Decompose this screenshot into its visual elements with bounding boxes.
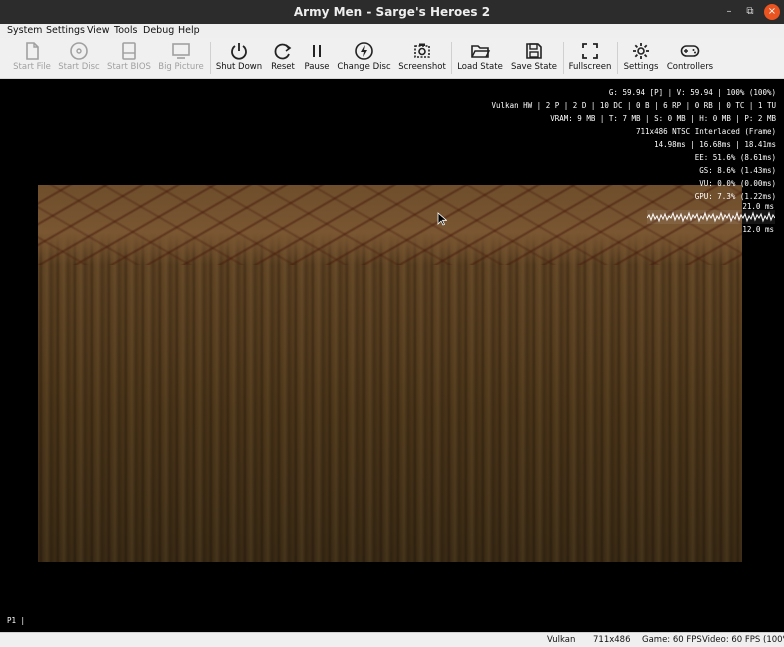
game-frame [38, 185, 742, 562]
performance-overlay: G: 59.94 [P] | V: 59.94 | 100% (100%) Vu… [492, 86, 776, 203]
power-icon [215, 40, 263, 62]
lightning-disc-icon [337, 40, 391, 62]
emulator-window: Army Men - Sarge's Heroes 2 – ⧉ × System… [0, 0, 784, 647]
toolbar-separator [210, 42, 211, 74]
camera-icon [397, 40, 447, 62]
menu-system[interactable]: System [7, 24, 42, 38]
input-overlay: P1 | [7, 616, 26, 625]
pause-button[interactable]: Pause [302, 40, 332, 76]
minimize-button[interactable]: – [721, 4, 737, 20]
title-bar[interactable]: Army Men - Sarge's Heroes 2 – ⧉ × [0, 0, 784, 24]
settings-button[interactable]: Settings [621, 40, 661, 76]
osd-gpu: GPU: 7.3% (1.22ms) [694, 192, 776, 201]
toolbar-separator [617, 42, 618, 74]
window-title: Army Men - Sarge's Heroes 2 [293, 5, 491, 19]
save-state-button[interactable]: Save State [509, 40, 559, 76]
folder-open-icon [456, 40, 504, 62]
shut-down-button[interactable]: Shut Down [215, 40, 263, 76]
status-game-fps: Game: 60 FPS [642, 635, 702, 645]
fullscreen-button[interactable]: Fullscreen [567, 40, 613, 76]
osd-vu: VU: 0.0% (0.00ms) [699, 179, 776, 188]
change-disc-button[interactable]: Change Disc [337, 40, 391, 76]
osd-vram: VRAM: 9 MB | T: 7 MB | S: 0 MB | H: 0 MB… [550, 114, 776, 123]
toolbar-separator [451, 42, 452, 74]
status-renderer: Vulkan [547, 635, 576, 645]
controllers-button[interactable]: Controllers [666, 40, 714, 76]
gamepad-icon [666, 40, 714, 62]
fullscreen-icon [567, 40, 613, 62]
osd-resolution: 711x486 NTSC Interlaced (Frame) [636, 127, 776, 136]
menu-help[interactable]: Help [178, 24, 200, 38]
big-picture-button[interactable]: Big Picture [158, 40, 204, 76]
osd-renderer: Vulkan HW | 2 P | 2 D | 10 DC | 0 B | 6 … [491, 101, 776, 110]
gear-icon [621, 40, 661, 62]
bios-chip-icon [105, 40, 153, 62]
menu-bar: System Settings View Tools Debug Help [0, 24, 784, 38]
osd-ee: EE: 51.6% (8.61ms) [694, 153, 776, 162]
maximize-button[interactable]: ⧉ [742, 4, 758, 20]
toolbar: Start File Start Disc Start BIOS Big Pic… [0, 38, 784, 79]
start-file-button[interactable]: Start File [10, 40, 54, 76]
menu-settings[interactable]: Settings [46, 24, 85, 38]
file-icon [10, 40, 54, 62]
osd-gs: GS: 8.6% (1.43ms) [699, 166, 776, 175]
game-display[interactable]: G: 59.94 [P] | V: 59.94 | 100% (100%) Vu… [0, 79, 784, 632]
floppy-save-icon [509, 40, 559, 62]
status-video-fps: Video: 60 FPS (100% [702, 635, 784, 645]
status-bar: Vulkan 711x486 Game: 60 FPS Video: 60 FP… [0, 632, 784, 647]
screenshot-button[interactable]: Screenshot [397, 40, 447, 76]
start-bios-button[interactable]: Start BIOS [105, 40, 153, 76]
menu-tools[interactable]: Tools [114, 24, 137, 38]
load-state-button[interactable]: Load State [456, 40, 504, 76]
menu-view[interactable]: View [87, 24, 110, 38]
reset-button[interactable]: Reset [268, 40, 298, 76]
pause-icon [302, 40, 332, 62]
frametime-graph-min: 12.0 ms [742, 225, 774, 234]
toolbar-separator [563, 42, 564, 74]
start-disc-button[interactable]: Start Disc [57, 40, 101, 76]
menu-debug[interactable]: Debug [143, 24, 174, 38]
disc-icon [57, 40, 101, 62]
monitor-icon [158, 40, 204, 62]
frametime-graph [647, 210, 775, 224]
status-resolution: 711x486 [593, 635, 631, 645]
mouse-cursor-icon [437, 212, 447, 226]
osd-fps: G: 59.94 [P] | V: 59.94 | 100% (100%) [608, 88, 776, 97]
close-button[interactable]: × [764, 4, 780, 20]
reset-icon [268, 40, 298, 62]
osd-frametime: 14.98ms | 16.68ms | 18.41ms [654, 140, 776, 149]
